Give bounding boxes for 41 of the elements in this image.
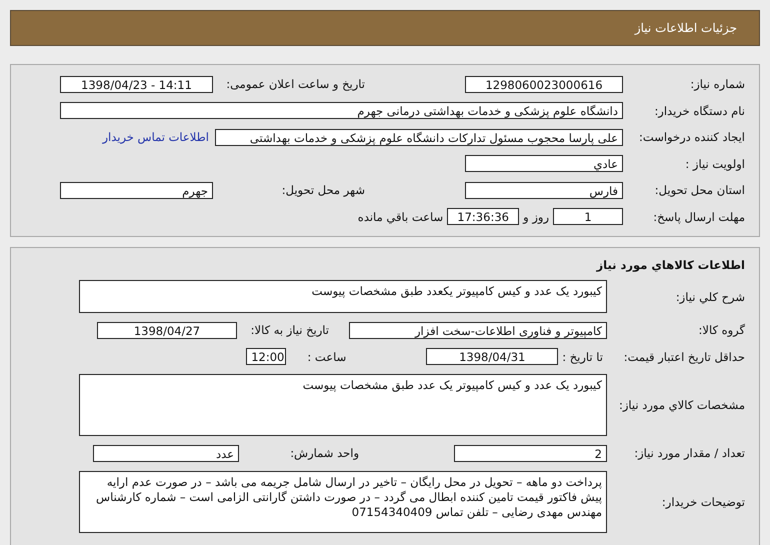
text-field[interactable]: پرداخت دو ماهه – تحویل در محل رایگان – تاخیر در ارسال شامل جریمه می باشد – در صورت عدم ارایه پیش فاکتور قیمت تامین کننده ابطال می گردد – در صورت داشتن گارانتی الزامی است – شماره کارشناس مهندس مهدی رضایی – تلفن تماس 07154340409 <box>79 470 607 532</box>
field-label: استان محل تحویل: <box>654 183 745 198</box>
field-label: گروه کالا: <box>698 323 745 338</box>
field-label: واحد شمارش: <box>289 446 360 460</box>
field-label: مهلت ارسال پاسخ: <box>652 210 745 224</box>
page-title: جزئیات اطلاعات نیاز <box>634 21 737 35</box>
text-field[interactable]: دانشگاه علوم پزشکی و خدمات بهداشتی درمانی جهرم <box>60 102 623 120</box>
field-label: حداقل تاریخ اعتبار قیمت: <box>622 350 745 364</box>
text-field[interactable]: 12:00 <box>246 348 286 366</box>
text-field[interactable]: 1 <box>553 208 623 226</box>
field-label: تاریخ نیاز به کالا: <box>250 323 330 338</box>
text-field[interactable]: جهرم <box>60 182 213 199</box>
text-field[interactable]: 2 <box>454 444 607 462</box>
text-field[interactable]: عادي <box>465 155 623 172</box>
field-label: شماره نیاز: <box>689 77 745 92</box>
text-field[interactable]: عدد <box>93 444 239 462</box>
field-label: مشخصات کالاي مورد نیاز: <box>618 398 745 412</box>
field-label: ساعت : <box>306 350 348 364</box>
text-field[interactable]: 1398/04/31 <box>426 348 558 366</box>
text-field[interactable]: کامپیوتر و فناوری اطلاعات-سخت افزار <box>349 322 607 339</box>
text-field[interactable]: 17:36:36 <box>447 208 520 226</box>
field-label: روز و <box>522 210 550 224</box>
field-label: توضیحات خریدار: <box>660 494 745 508</box>
field-label: ایجاد کننده درخواست: <box>638 130 745 144</box>
field-label: نام دستگاه خریدار: <box>653 104 745 118</box>
field-label: شرح کلي نیاز: <box>674 290 745 304</box>
text-field[interactable]: 1398/04/27 <box>97 322 237 339</box>
field-label: تا تاریخ : <box>561 350 604 364</box>
text-field[interactable]: کیبورد یک عدد و کیس کامپیوتر یک عدد طبق مشخصات پیوست <box>79 374 607 436</box>
text-field[interactable]: علی پارسا محجوب مسئول تدارکات دانشگاه علوم پزشکی و خدمات بهداشتی <box>215 128 623 146</box>
text-field[interactable]: 1398/04/23 - 14:11 <box>60 76 213 93</box>
contact-link[interactable]: اطلاعات تماس خریدار <box>102 130 215 144</box>
text-field[interactable]: کیبورد یک عدد و کیس کامپیوتر یکعدد طبق مشخصات پیوست <box>79 280 607 313</box>
field-label: اولویت نیاز : <box>684 156 745 171</box>
field-label: تعداد / مقدار مورد نیاز: <box>633 446 745 460</box>
field-label: تاریخ و ساعت اعلان عمومی: <box>225 77 366 92</box>
field-label: ساعت باقي مانده <box>356 210 444 224</box>
text-field[interactable]: 1298060023000616 <box>465 76 623 93</box>
field-label: شهر محل تحویل: <box>280 183 366 198</box>
text-field[interactable]: فارس <box>465 182 623 199</box>
section-title: اطلاعات کالاهاي مورد نیاز <box>595 257 745 274</box>
